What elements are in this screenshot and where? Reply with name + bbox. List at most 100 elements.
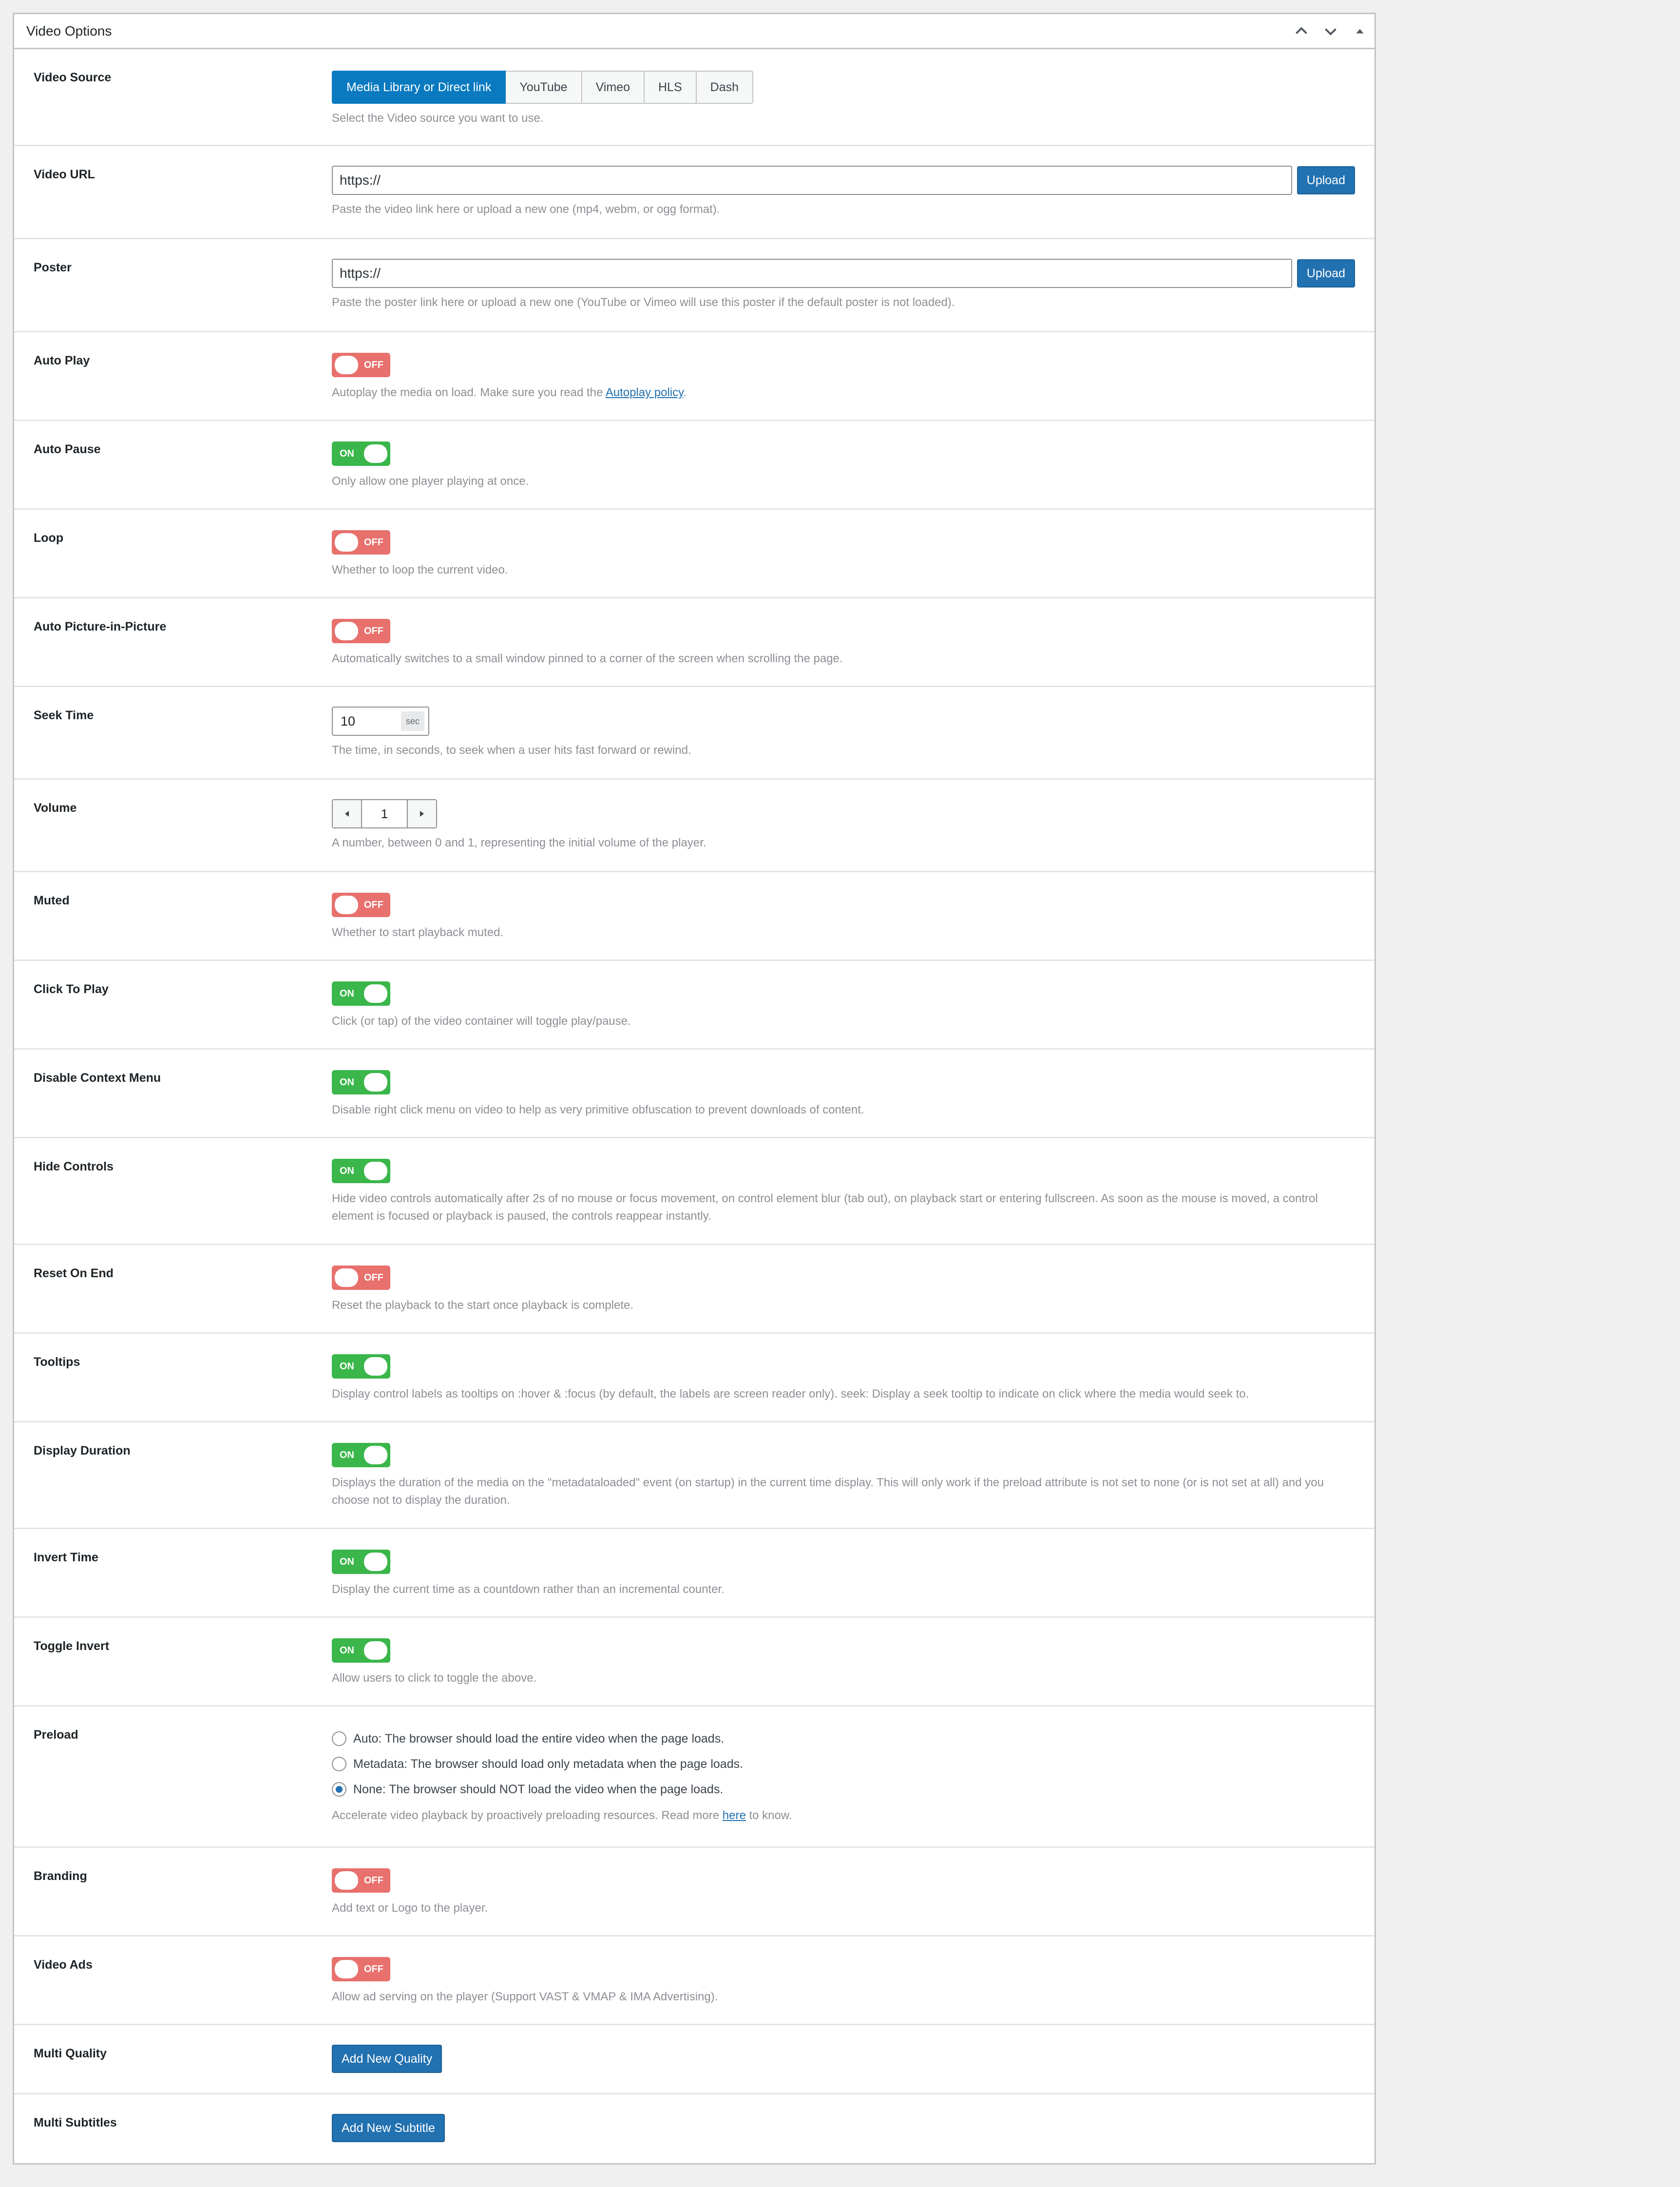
radio-button[interactable] bbox=[332, 1731, 346, 1746]
row-auto-pip: Auto Picture-in-Picture OFF Automaticall… bbox=[14, 598, 1375, 687]
hide-controls-toggle[interactable]: ON bbox=[332, 1159, 390, 1183]
row-auto-pause: Auto Pause ON Only allow one player play… bbox=[14, 421, 1375, 510]
field-label: Click To Play bbox=[34, 982, 109, 996]
field-description: Hide video controls automatically after … bbox=[332, 1192, 1318, 1223]
row-auto-play: Auto Play OFF Autoplay the media on load… bbox=[14, 332, 1375, 421]
row-reset-on-end: Reset On End OFF Reset the playback to t… bbox=[14, 1245, 1375, 1334]
auto-play-toggle[interactable]: OFF bbox=[332, 353, 390, 377]
field-label: Auto Pause bbox=[34, 442, 101, 456]
field-label: Preload bbox=[34, 1728, 78, 1742]
field-description: Disable right click menu on video to hel… bbox=[332, 1103, 864, 1116]
collapse-panel-button[interactable] bbox=[1345, 14, 1375, 48]
field-label: Seek Time bbox=[34, 709, 94, 722]
field-label: Branding bbox=[34, 1869, 87, 1883]
row-muted: Muted OFF Whether to start playback mute… bbox=[14, 872, 1375, 961]
radio-button[interactable] bbox=[332, 1757, 346, 1771]
row-multi-quality: Multi Quality Add New Quality bbox=[14, 2025, 1375, 2094]
field-label: Muted bbox=[34, 894, 70, 907]
display-duration-toggle[interactable]: ON bbox=[332, 1443, 390, 1467]
row-preload: Preload Auto: The browser should load th… bbox=[14, 1707, 1375, 1848]
field-description: Paste the poster link here or upload a n… bbox=[332, 296, 955, 309]
move-down-button[interactable] bbox=[1316, 14, 1345, 48]
volume-decrease-button[interactable] bbox=[333, 800, 362, 827]
video-url-upload-button[interactable]: Upload bbox=[1297, 166, 1355, 194]
field-description: Display control labels as tooltips on :h… bbox=[332, 1387, 1249, 1400]
field-description: Select the Video source you want to use. bbox=[332, 112, 544, 125]
row-tooltips: Tooltips ON Display control labels as to… bbox=[14, 1334, 1375, 1422]
field-description: Add text or Logo to the player. bbox=[332, 1901, 488, 1915]
add-new-subtitle-button[interactable]: Add New Subtitle bbox=[332, 2114, 445, 2142]
field-description: Allow ad serving on the player (Support … bbox=[332, 1990, 718, 2003]
move-up-button[interactable] bbox=[1287, 14, 1316, 48]
row-toggle-invert: Toggle Invert ON Allow users to click to… bbox=[14, 1618, 1375, 1707]
panel-title: Video Options bbox=[26, 23, 112, 38]
chevron-down-icon bbox=[1325, 28, 1336, 36]
muted-toggle[interactable]: OFF bbox=[332, 893, 390, 917]
row-video-source: Video Source Media Library or Direct lin… bbox=[14, 49, 1375, 146]
row-volume: Volume 1 A number, between 0 and 1, repr… bbox=[14, 780, 1375, 872]
tooltips-toggle[interactable]: ON bbox=[332, 1354, 390, 1379]
field-description: Automatically switches to a small window… bbox=[332, 652, 843, 665]
source-option-dash[interactable]: Dash bbox=[696, 71, 754, 104]
field-label: Reset On End bbox=[34, 1266, 114, 1280]
preload-read-more-link[interactable]: here bbox=[723, 1809, 746, 1822]
chevron-up-icon bbox=[1296, 26, 1307, 34]
field-label: Video Source bbox=[34, 71, 112, 84]
click-to-play-toggle[interactable]: ON bbox=[332, 981, 390, 1006]
preload-option-metadata[interactable]: Metadata: The browser should load only m… bbox=[332, 1751, 1355, 1777]
poster-url-input[interactable] bbox=[332, 259, 1292, 288]
autoplay-policy-link[interactable]: Autoplay policy bbox=[606, 386, 684, 399]
add-new-quality-button[interactable]: Add New Quality bbox=[332, 2045, 442, 2073]
branding-toggle[interactable]: OFF bbox=[332, 1868, 390, 1893]
field-description: Whether to loop the current video. bbox=[332, 563, 508, 576]
preload-option-auto[interactable]: Auto: The browser should load the entire… bbox=[332, 1726, 1355, 1751]
field-description: Accelerate video playback by proactively… bbox=[332, 1809, 792, 1822]
volume-increase-button[interactable] bbox=[407, 800, 436, 827]
field-description: Only allow one player playing at once. bbox=[332, 475, 529, 488]
field-label: Auto Picture-in-Picture bbox=[34, 620, 167, 633]
caret-right-icon bbox=[420, 811, 424, 817]
field-description: The time, in seconds, to seek when a use… bbox=[332, 744, 691, 757]
row-display-duration: Display Duration ON Displays the duratio… bbox=[14, 1422, 1375, 1529]
source-option-hls[interactable]: HLS bbox=[645, 71, 697, 104]
field-description: Allow users to click to toggle the above… bbox=[332, 1671, 537, 1685]
row-invert-time: Invert Time ON Display the current time … bbox=[14, 1529, 1375, 1618]
auto-pause-toggle[interactable]: ON bbox=[332, 441, 390, 466]
field-label: Volume bbox=[34, 801, 77, 815]
loop-toggle[interactable]: OFF bbox=[332, 530, 390, 555]
row-branding: Branding OFF Add text or Logo to the pla… bbox=[14, 1848, 1375, 1937]
volume-value[interactable]: 1 bbox=[362, 800, 407, 827]
row-hide-controls: Hide Controls ON Hide video controls aut… bbox=[14, 1138, 1375, 1245]
video-ads-toggle[interactable]: OFF bbox=[332, 1957, 390, 1981]
field-label: Video URL bbox=[34, 168, 95, 181]
disable-context-menu-toggle[interactable]: ON bbox=[332, 1070, 390, 1094]
seek-time-value[interactable]: 10 bbox=[333, 708, 397, 735]
video-options-panel: Video Options Video Source Media Library… bbox=[13, 13, 1376, 2165]
video-url-input[interactable] bbox=[332, 166, 1292, 195]
invert-time-toggle[interactable]: ON bbox=[332, 1550, 390, 1574]
source-option-youtube[interactable]: YouTube bbox=[506, 71, 582, 104]
auto-pip-toggle[interactable]: OFF bbox=[332, 619, 390, 643]
caret-left-icon bbox=[345, 811, 349, 817]
poster-upload-button[interactable]: Upload bbox=[1297, 259, 1355, 288]
field-label: Loop bbox=[34, 531, 64, 545]
field-description: Display the current time as a countdown … bbox=[332, 1583, 725, 1596]
field-label: Toggle Invert bbox=[34, 1639, 110, 1653]
panel-actions bbox=[1287, 14, 1375, 48]
seek-time-input[interactable]: 10 sec bbox=[332, 707, 429, 736]
field-label: Multi Subtitles bbox=[34, 2116, 117, 2129]
row-poster: Poster Upload Paste the poster link here… bbox=[14, 239, 1375, 332]
field-label: Tooltips bbox=[34, 1355, 80, 1369]
reset-on-end-toggle[interactable]: OFF bbox=[332, 1266, 390, 1290]
row-loop: Loop OFF Whether to loop the current vid… bbox=[14, 510, 1375, 598]
row-disable-context-menu: Disable Context Menu ON Disable right cl… bbox=[14, 1050, 1375, 1138]
source-option-media-library[interactable]: Media Library or Direct link bbox=[332, 71, 506, 104]
field-description: Paste the video link here or upload a ne… bbox=[332, 203, 720, 216]
preload-option-none[interactable]: None: The browser should NOT load the vi… bbox=[332, 1777, 1355, 1802]
toggle-invert-toggle[interactable]: ON bbox=[332, 1638, 390, 1663]
field-description: Autoplay the media on load. Make sure yo… bbox=[332, 386, 687, 399]
volume-stepper: 1 bbox=[332, 799, 437, 828]
field-label: Disable Context Menu bbox=[34, 1071, 161, 1085]
source-option-vimeo[interactable]: Vimeo bbox=[582, 71, 645, 104]
radio-button-checked[interactable] bbox=[332, 1782, 346, 1797]
